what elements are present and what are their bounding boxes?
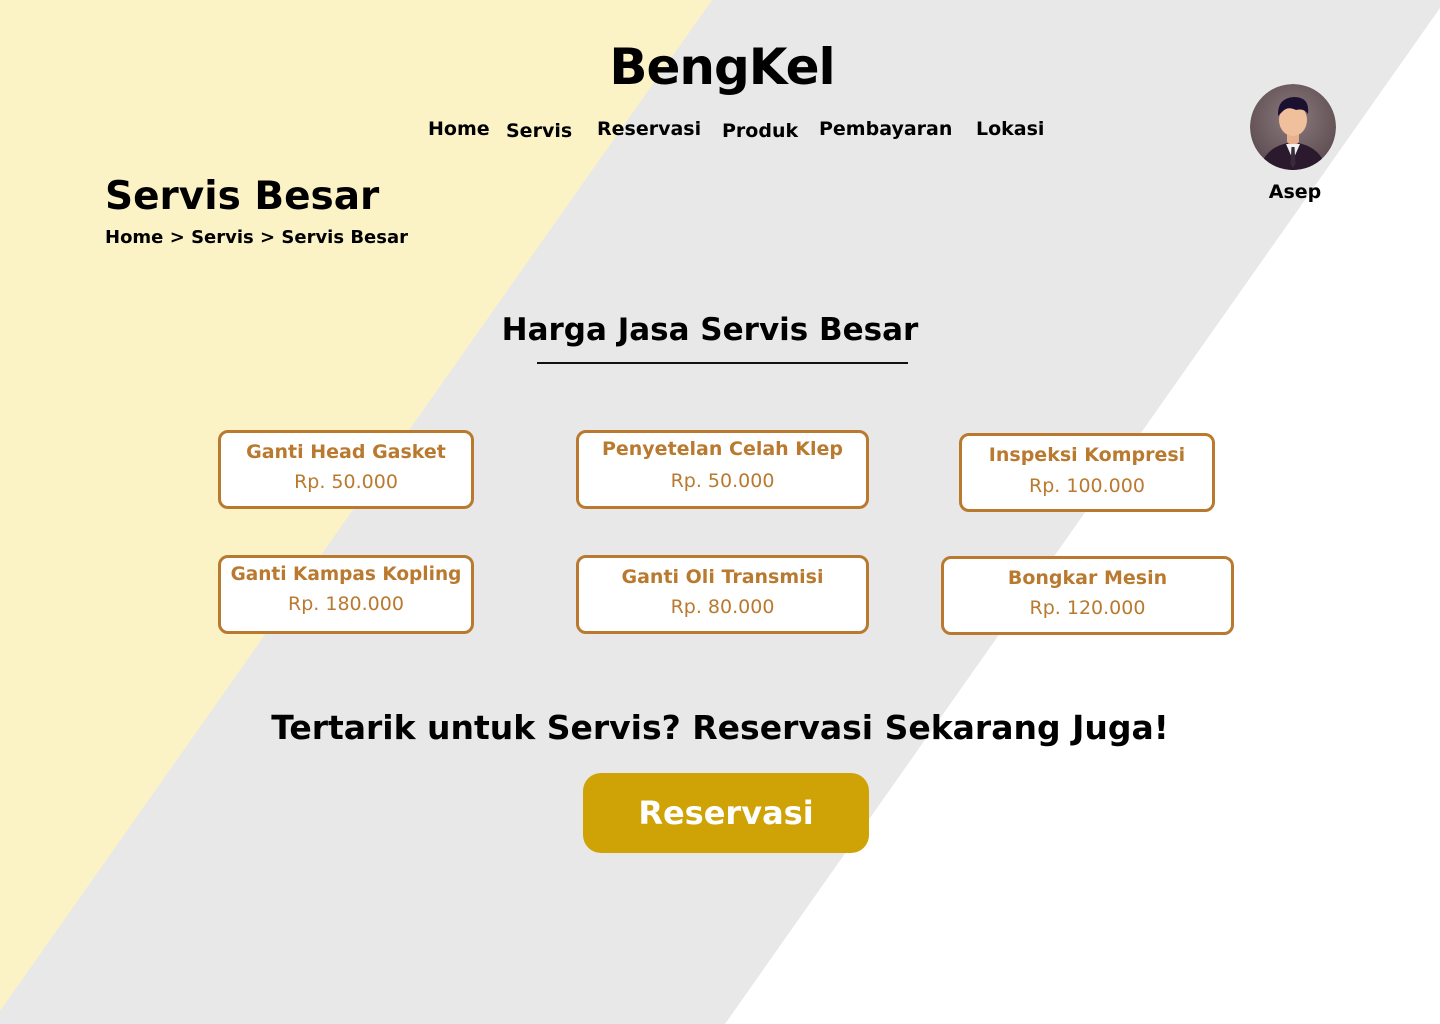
service-card-bongkar-mesin[interactable]: Bongkar Mesin Rp. 120.000 (941, 556, 1234, 635)
nav-pembayaran[interactable]: Pembayaran (819, 118, 952, 140)
nav-servis[interactable]: Servis (506, 120, 572, 142)
breadcrumb-separator: > (169, 227, 185, 248)
service-name: Ganti Oli Transmisi (621, 566, 824, 588)
nav-lokasi[interactable]: Lokasi (976, 118, 1044, 140)
breadcrumb-separator: > (260, 227, 276, 248)
service-name: Bongkar Mesin (1007, 567, 1168, 589)
breadcrumb-home[interactable]: Home (105, 227, 163, 248)
breadcrumb: Home > Servis > Servis Besar (105, 227, 408, 248)
cta-text: Tertarik untuk Servis? Reservasi Sekaran… (271, 708, 1169, 747)
reservasi-button[interactable]: Reservasi (583, 773, 869, 853)
service-price: Rp. 120.000 (1029, 597, 1146, 619)
background-diagonal-stripes (0, 0, 1440, 1024)
service-name: Inspeksi Kompresi (988, 444, 1186, 466)
service-name: Penyetelan Celah Klep (601, 438, 844, 460)
title-underline (537, 362, 908, 364)
nav-produk[interactable]: Produk (722, 120, 798, 142)
user-avatar[interactable] (1250, 84, 1336, 170)
page-title: Servis Besar (105, 174, 380, 219)
user-avatar-icon (1250, 84, 1336, 170)
service-name: Ganti Kampas Kopling (230, 564, 462, 585)
service-card-ganti-oli-transmisi[interactable]: Ganti Oli Transmisi Rp. 80.000 (576, 555, 869, 634)
breadcrumb-current: Servis Besar (281, 227, 408, 248)
service-card-ganti-kampas-kopling[interactable]: Ganti Kampas Kopling Rp. 180.000 (218, 555, 474, 634)
breadcrumb-servis[interactable]: Servis (191, 227, 254, 248)
service-price: Rp. 50.000 (670, 470, 775, 492)
service-card-ganti-head-gasket[interactable]: Ganti Head Gasket Rp. 50.000 (218, 430, 474, 509)
pricing-section-title: Harga Jasa Servis Besar (501, 312, 919, 348)
service-price: Rp. 80.000 (670, 596, 775, 618)
user-name: Asep (1268, 181, 1322, 203)
service-price: Rp. 180.000 (288, 593, 404, 615)
service-price: Rp. 100.000 (1029, 475, 1145, 497)
service-price: Rp. 50.000 (294, 471, 398, 493)
service-name: Ganti Head Gasket (246, 441, 446, 463)
site-logo[interactable]: BengKel (2, 38, 1440, 96)
service-card-inspeksi-kompresi[interactable]: Inspeksi Kompresi Rp. 100.000 (959, 433, 1215, 512)
nav-reservasi[interactable]: Reservasi (597, 118, 701, 140)
service-card-penyetelan-celah-klep[interactable]: Penyetelan Celah Klep Rp. 50.000 (576, 430, 869, 509)
nav-home[interactable]: Home (428, 118, 490, 140)
